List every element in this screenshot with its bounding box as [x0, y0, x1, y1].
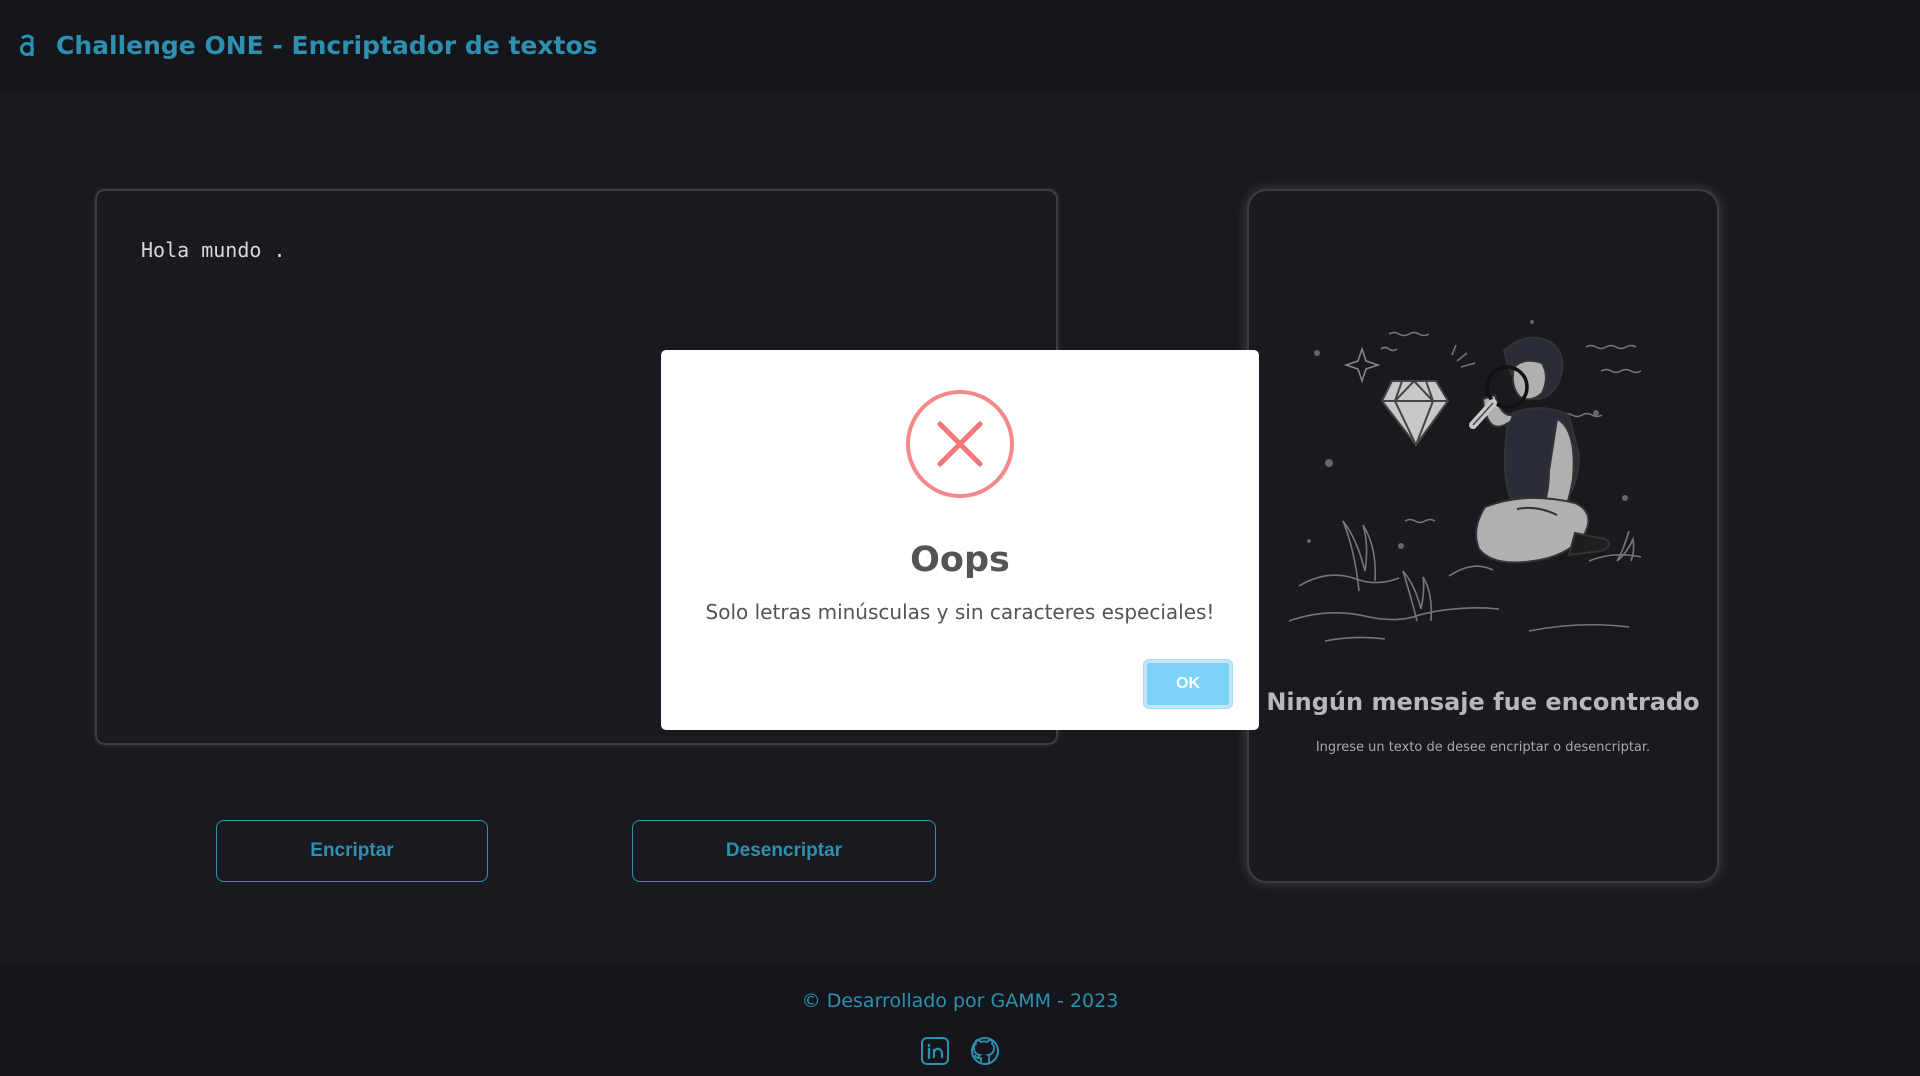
ok-button[interactable]: OK: [1144, 660, 1232, 708]
error-x-icon: [906, 390, 1014, 498]
error-dialog: Oops Solo letras minúsculas y sin caract…: [661, 350, 1259, 730]
app: Challenge ONE - Encriptador de textos Ho…: [0, 0, 1920, 1076]
modal-overlay: Oops Solo letras minúsculas y sin caract…: [0, 0, 1920, 1076]
dialog-title: Oops: [910, 540, 1010, 580]
dialog-message: Solo letras minúsculas y sin caracteres …: [705, 600, 1215, 624]
